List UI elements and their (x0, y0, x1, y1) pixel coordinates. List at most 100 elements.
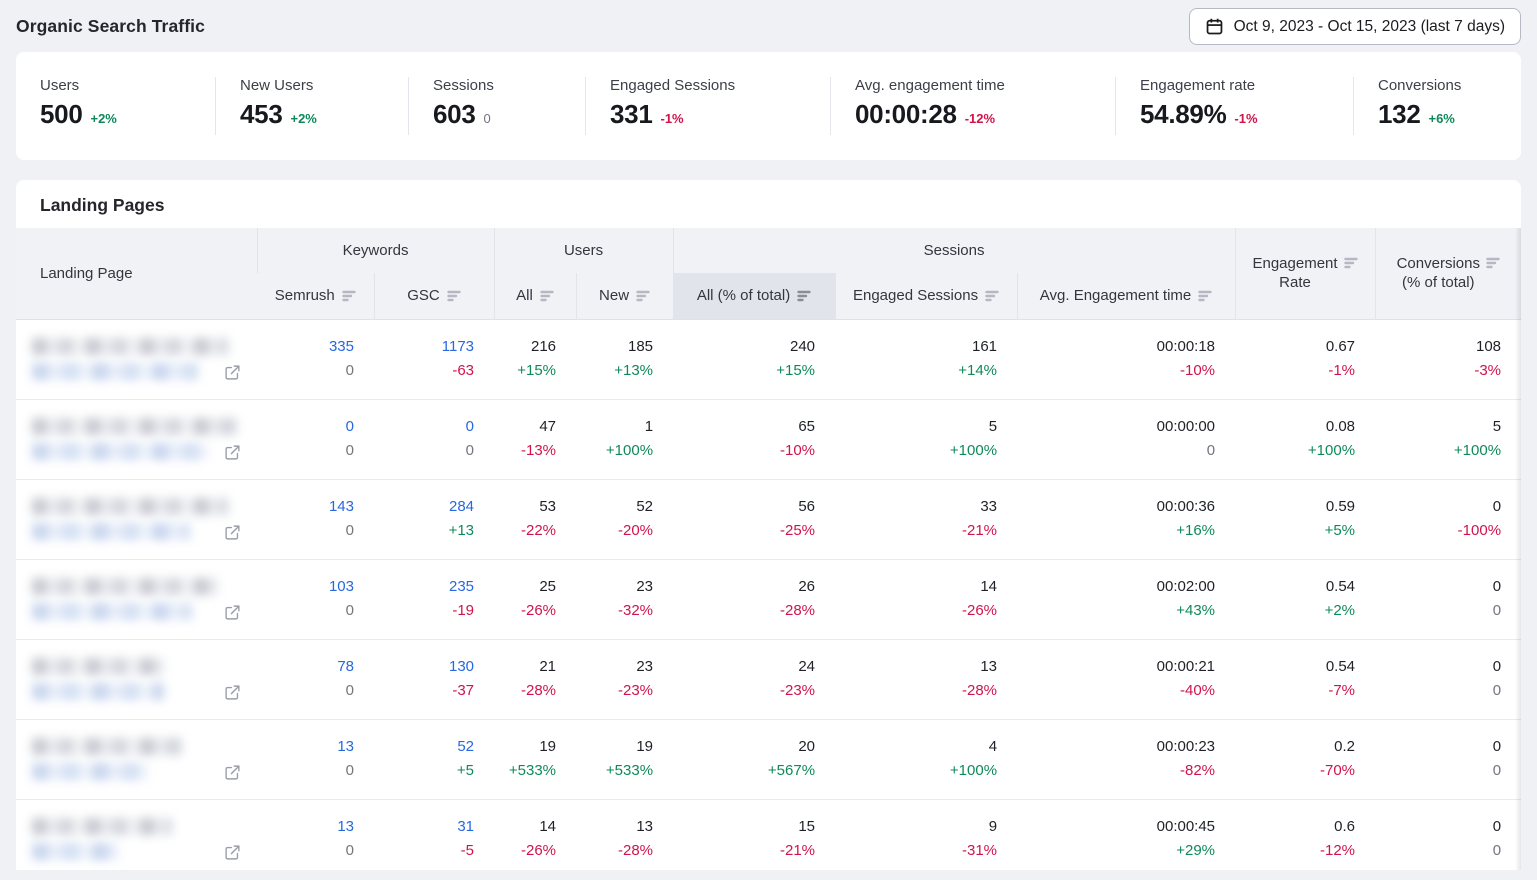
delta: -25% (673, 519, 815, 543)
cell-users-new: 52-20% (576, 479, 673, 559)
delta: -32% (576, 599, 653, 623)
table-row: 1030235-1925-26%23-32%26-28%14-26%00:02:… (16, 559, 1521, 639)
cell-engaged-sessions: 161+14% (835, 319, 1017, 399)
external-link-icon[interactable] (224, 844, 241, 861)
external-link-icon[interactable] (224, 604, 241, 621)
value-link[interactable]: 235 (374, 575, 474, 599)
redacted-page-title (32, 338, 228, 355)
table-row: 000047-13%1+100%65-10%5+100%00:00:0000.0… (16, 399, 1521, 479)
cell-sessions-all: 20+567% (673, 719, 835, 799)
delta: +567% (673, 759, 815, 783)
value-link[interactable]: 78 (257, 655, 354, 679)
value-link[interactable]: 31 (374, 815, 474, 839)
date-range-picker[interactable]: Oct 9, 2023 - Oct 15, 2023 (last 7 days) (1189, 8, 1521, 45)
value: 53 (494, 495, 556, 519)
value: 0.54 (1235, 575, 1355, 599)
redacted-page-url[interactable] (32, 443, 208, 460)
column-header-semrush[interactable]: Semrush (257, 273, 374, 319)
column-header-sessions-all[interactable]: All (% of total) (673, 273, 835, 319)
column-group-users: Users (494, 228, 673, 273)
sort-icon[interactable] (1198, 290, 1212, 302)
stat-label: New Users (240, 77, 408, 94)
cell-avg-engagement-time: 00:00:21-40% (1017, 639, 1235, 719)
value-link[interactable]: 0 (257, 415, 354, 439)
sort-icon[interactable] (540, 290, 554, 302)
redacted-page-url[interactable] (32, 763, 148, 780)
external-link-icon[interactable] (224, 764, 241, 781)
delta: -10% (673, 439, 815, 463)
value-link[interactable]: 130 (374, 655, 474, 679)
sort-icon[interactable] (342, 290, 356, 302)
cell-conversions: 00 (1375, 559, 1521, 639)
stat-label: Avg. engagement time (855, 77, 1115, 94)
delta: -37 (374, 679, 474, 703)
external-link-icon[interactable] (224, 524, 241, 541)
cell-conversions: 5+100% (1375, 399, 1521, 479)
value-link[interactable]: 13 (257, 815, 354, 839)
cell-engagement-rate: 0.08+100% (1235, 399, 1375, 479)
sort-icon[interactable] (797, 290, 811, 302)
delta: +100% (835, 439, 997, 463)
sort-icon[interactable] (447, 290, 461, 302)
cell-gsc: 130-37 (374, 639, 494, 719)
stat-users: Users500+2% (16, 77, 215, 135)
cell-gsc: 1173-63 (374, 319, 494, 399)
stat-delta: -1% (660, 111, 683, 126)
redacted-page-url[interactable] (32, 603, 192, 620)
value: 14 (835, 575, 997, 599)
delta: -13% (494, 439, 556, 463)
table-title: Landing Pages (16, 180, 1521, 228)
sort-icon[interactable] (985, 290, 999, 302)
redacted-page-title (32, 498, 228, 515)
sort-icon[interactable] (636, 290, 650, 302)
stat-label: Users (40, 77, 215, 94)
value-link[interactable]: 284 (374, 495, 474, 519)
stat-delta: +6% (1428, 111, 1454, 126)
value-link[interactable]: 0 (374, 415, 474, 439)
external-link-icon[interactable] (224, 444, 241, 461)
external-link-icon[interactable] (224, 684, 241, 701)
cell-users-new: 1+100% (576, 399, 673, 479)
value: 21 (494, 655, 556, 679)
value: 108 (1375, 335, 1501, 359)
external-link-icon[interactable] (224, 364, 241, 381)
column-header-gsc[interactable]: GSC (374, 273, 494, 319)
cell-users-all: 53-22% (494, 479, 576, 559)
cell-semrush: 1030 (257, 559, 374, 639)
value: 19 (494, 735, 556, 759)
column-header-conversions[interactable]: Conversions (% of total) (1375, 228, 1521, 319)
value-link[interactable]: 1173 (374, 335, 474, 359)
value-link[interactable]: 143 (257, 495, 354, 519)
delta: -70% (1235, 759, 1355, 783)
redacted-page-url[interactable] (32, 363, 198, 380)
sort-icon[interactable] (1486, 257, 1500, 269)
column-header-avg-engagement-time[interactable]: Avg. Engagement time (1017, 273, 1235, 319)
cell-gsc: 31-5 (374, 799, 494, 870)
column-header-users-new[interactable]: New (576, 273, 673, 319)
column-label: New (599, 287, 629, 304)
value-link[interactable]: 103 (257, 575, 354, 599)
cell-landing-page (16, 319, 257, 399)
column-header-users-all[interactable]: All (494, 273, 576, 319)
stat-engagement-rate: Engagement rate54.89%-1% (1115, 77, 1353, 135)
column-header-engaged-sessions[interactable]: Engaged Sessions (835, 273, 1017, 319)
redacted-page-url[interactable] (32, 523, 190, 540)
value: 00:02:00 (1017, 575, 1215, 599)
column-header-engagement-rate[interactable]: Engagement Rate (1235, 228, 1375, 319)
value-link[interactable]: 52 (374, 735, 474, 759)
sort-icon[interactable] (1344, 257, 1358, 269)
delta: -23% (576, 679, 653, 703)
redacted-page-url[interactable] (32, 683, 164, 700)
value-link[interactable]: 13 (257, 735, 354, 759)
value: 0.54 (1235, 655, 1355, 679)
cell-semrush: 780 (257, 639, 374, 719)
value: 0 (1375, 815, 1501, 839)
value: 23 (576, 655, 653, 679)
value-link[interactable]: 335 (257, 335, 354, 359)
value: 47 (494, 415, 556, 439)
delta: -21% (673, 839, 815, 863)
value: 240 (673, 335, 815, 359)
table-row: 13052+519+533%19+533%20+567%4+100%00:00:… (16, 719, 1521, 799)
stat-value: 603 (433, 99, 475, 130)
redacted-page-url[interactable] (32, 843, 118, 860)
